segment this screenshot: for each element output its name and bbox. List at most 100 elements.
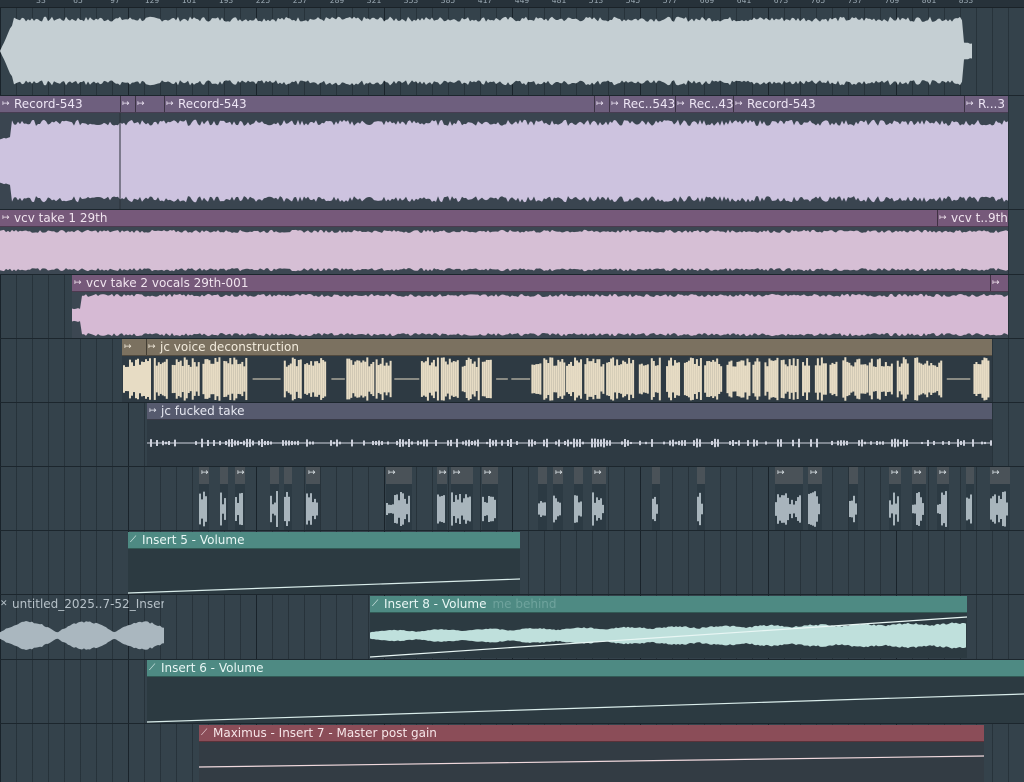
clip-label: ↦ vcv take 2 vocals 29th-001 — [74, 276, 249, 290]
ruler-mark: 673 — [773, 0, 789, 5]
clip-arrow-icon: ↦ — [677, 99, 685, 109]
timeline-ruler[interactable]: 33 65 97 129 161 193 225 257 289 321 353 385 417 449 4… — [0, 0, 1024, 8]
clip-header[interactable]: ✕untitled_2025..7-52_Insert 1 — [0, 596, 164, 612]
automation-curve — [128, 578, 520, 594]
clip-body — [199, 742, 984, 782]
clip-header[interactable]: ⟋ Maximus - Insert 7 - Master post gain — [199, 725, 984, 742]
clip-label: ⟋ Insert 6 - Volume — [149, 661, 264, 675]
playlist-arrangement[interactable]: 33 65 97 129 161 193 225 257 289 321 353 385 417 449 4… — [0, 0, 1024, 782]
automation-clip-maximus[interactable]: ⟋ Maximus - Insert 7 - Master post gain — [199, 725, 984, 782]
clip-body — [147, 677, 1024, 723]
ruler-mark: 641 — [736, 0, 752, 5]
ruler-mark: 33 — [36, 0, 46, 5]
clip-label: ↦ vcv t..9th — [939, 211, 1008, 225]
audio-clip-record[interactable]: ↦ Record-543 ↦ ↦ ↦ Record-543 ↦ ↦ Rec..543 … — [0, 96, 1008, 209]
sample-clip[interactable]: ↦ — [592, 467, 606, 530]
sample-clip[interactable] — [574, 467, 583, 530]
ruler-mark: 353 — [403, 0, 419, 5]
sample-clip[interactable]: ↦ — [808, 467, 822, 530]
audio-clip-vcv-take-1[interactable]: ↦ vcv take 1 29th ↦ vcv t..9th — [0, 210, 1008, 274]
clip-header[interactable]: ⟋ Insert 8 - Volume me behind — [370, 596, 967, 613]
automation-clip-insert-8[interactable]: ⟋ Insert 8 - Volume me behind — [370, 596, 967, 658]
close-icon[interactable]: ✕ — [0, 596, 10, 612]
sample-clip[interactable] — [538, 467, 547, 530]
sample-clip[interactable]: ↦ — [235, 467, 245, 530]
sample-clip[interactable]: ↦ — [937, 467, 949, 530]
sample-clip[interactable]: ↦ — [482, 467, 498, 530]
clip-header[interactable]: ↦ vcv take 1 29th ↦ vcv t..9th — [0, 210, 1008, 227]
waveform — [775, 493, 801, 525]
sample-clip[interactable]: ↦ — [553, 467, 563, 530]
waveform — [0, 113, 1008, 209]
ruler-mark: 481 — [551, 0, 567, 5]
sample-clip[interactable] — [697, 467, 705, 530]
clip-label: ↦ — [137, 96, 149, 112]
clip-arrow-icon: ↦ — [148, 342, 156, 352]
clip-arrow-icon: ↦ — [2, 213, 10, 223]
sample-clip[interactable] — [966, 467, 974, 530]
clip-label: ↦ jc voice deconstruction — [148, 340, 299, 354]
audio-clip-jc-take[interactable]: ↦ jc fucked take — [147, 403, 992, 466]
sample-clip[interactable]: ↦ — [386, 467, 412, 530]
clip-label: ↦ — [596, 96, 608, 112]
clip-label: ↦ jc fucked take — [149, 404, 245, 418]
waveform — [990, 491, 1008, 527]
clip-body — [122, 356, 992, 402]
sample-clip[interactable] — [220, 467, 228, 530]
waveform — [370, 616, 967, 658]
clip-arrow-icon: ↦ — [149, 406, 157, 416]
sample-clip[interactable] — [284, 467, 292, 530]
sample-clip[interactable]: ↦ — [451, 467, 473, 530]
audio-clip-jc-voice[interactable]: ↦ ↦ jc voice deconstruction — [122, 339, 992, 402]
waveform — [912, 492, 924, 526]
sample-clip[interactable] — [270, 467, 279, 530]
waveform — [574, 495, 582, 523]
clip-label: ↦ R...3 — [966, 97, 1005, 111]
ruler-mark: 801 — [921, 0, 937, 5]
ruler-mark: 705 — [810, 0, 826, 5]
ruler-mark: 289 — [329, 0, 345, 5]
automation-icon: ⟋ — [149, 663, 156, 673]
automation-clip-insert-5[interactable]: ⟋ Insert 5 - Volume — [128, 532, 520, 594]
audio-clip-vcv-take-2[interactable]: ↦ vcv take 2 vocals 29th-001 ↦ — [72, 275, 1008, 338]
sample-clip[interactable]: ↦ — [437, 467, 447, 530]
sample-clip[interactable]: ↦ — [990, 467, 1010, 530]
ruler-mark: 449 — [514, 0, 530, 5]
waveform — [451, 492, 471, 526]
clip-header[interactable]: ⟋ Insert 6 - Volume — [147, 660, 1024, 677]
waveform — [220, 492, 226, 526]
waveform — [0, 16, 972, 86]
lane-divider — [0, 530, 1024, 531]
clip-label: ↦ Record-543 — [166, 97, 247, 111]
clip-header[interactable]: ↦ ↦ jc voice deconstruction — [122, 339, 992, 356]
audio-clip-untitled[interactable]: ✕untitled_2025..7-52_Insert 1 — [0, 596, 164, 658]
clip-label: ↦ Rec..43 — [677, 97, 734, 111]
lane-divider — [0, 466, 1024, 467]
waveform — [386, 491, 410, 527]
clip-header[interactable]: ⟋ Insert 5 - Volume — [128, 532, 520, 549]
sample-clip[interactable]: ↦ — [912, 467, 926, 530]
ruler-mark: 417 — [477, 0, 493, 5]
clip-header[interactable]: ↦ Record-543 ↦ ↦ ↦ Record-543 ↦ ↦ Rec..543 … — [0, 96, 1008, 113]
ruler-mark: 769 — [884, 0, 900, 5]
sample-clip[interactable]: ↦ — [199, 467, 209, 530]
clip-header[interactable]: ↦ vcv take 2 vocals 29th-001 ↦ — [72, 275, 1008, 292]
waveform — [697, 492, 703, 526]
clip-arrow-icon: ↦ — [939, 213, 947, 223]
waveform — [808, 491, 820, 527]
clip-arrow-icon: ↦ — [166, 99, 174, 109]
automation-clip-insert-6[interactable]: ⟋ Insert 6 - Volume — [147, 660, 1024, 723]
ruler-mark: 609 — [699, 0, 715, 5]
sample-clip[interactable] — [849, 467, 858, 530]
audio-clip-master[interactable] — [0, 8, 972, 94]
waveform — [966, 494, 972, 524]
automation-curve — [199, 755, 984, 768]
waveform — [0, 229, 1008, 272]
sample-clip[interactable] — [652, 467, 660, 530]
sample-clip[interactable]: ↦ — [306, 467, 320, 530]
ghost-label: me behind — [492, 597, 557, 611]
clip-header[interactable]: ↦ jc fucked take — [147, 403, 992, 420]
sample-clip[interactable]: ↦ — [775, 467, 803, 530]
ruler-mark: 385 — [440, 0, 456, 5]
sample-clip[interactable]: ↦ — [889, 467, 901, 530]
